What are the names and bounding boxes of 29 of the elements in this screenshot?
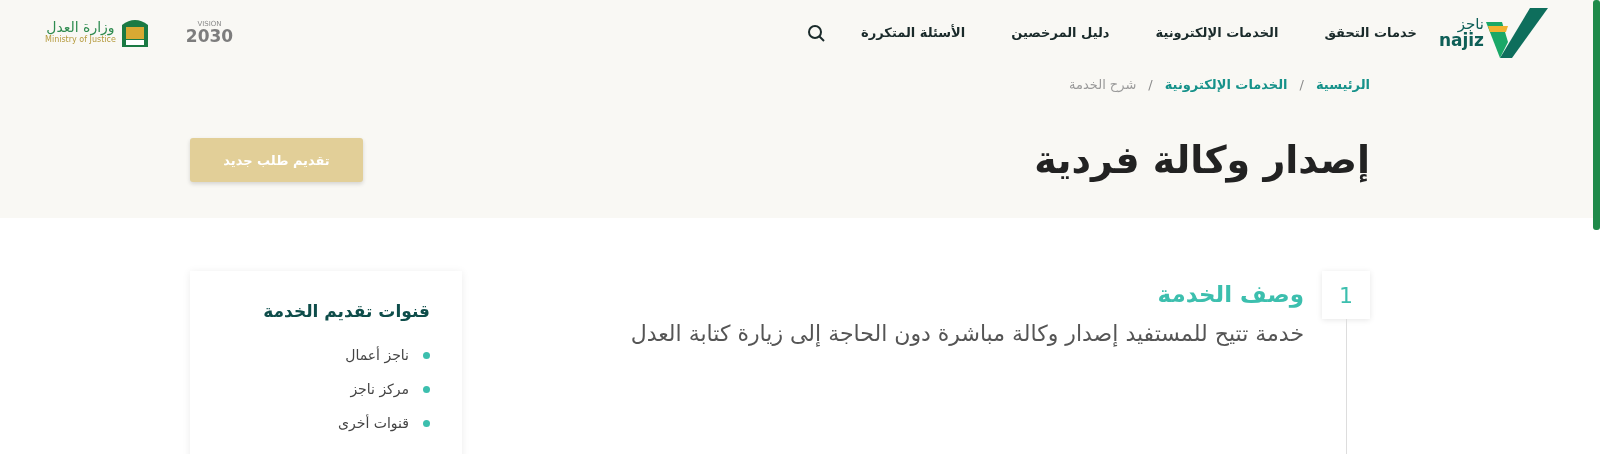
ministry-name: وزارة العدل	[46, 20, 115, 36]
scrollbar-thumb[interactable]	[1593, 0, 1600, 230]
breadcrumb-separator: /	[1299, 77, 1304, 92]
nav-link[interactable]: الخدمات الإلكترونية	[1155, 25, 1279, 40]
logo-text: najiz	[1438, 31, 1484, 49]
breadcrumb-link[interactable]: الخدمات الإلكترونية	[1164, 77, 1288, 92]
step-heading: وصف الخدمة	[1156, 281, 1304, 307]
nav-link[interactable]: الأسئلة المتكررة	[861, 25, 966, 40]
step-description: خدمة تتيح للمستفيد إصدار وكالة مباشرة دون الحاجة إلى زيارة كتابة العدل	[630, 321, 1304, 346]
step-number: 1	[1322, 271, 1370, 319]
bullet-icon	[423, 351, 430, 359]
bullet-icon	[423, 385, 430, 393]
breadcrumb-separator: /	[1148, 77, 1153, 92]
logo-arabic-text: ناجز	[1457, 16, 1484, 32]
breadcrumb-current: شرح الخدمة	[1069, 77, 1137, 92]
ministry-name-english: Ministry of Justice	[45, 35, 116, 45]
card-title: قنوات تقديم الخدمة	[262, 301, 430, 321]
search-button[interactable]	[807, 23, 826, 42]
page-title: إصدار وكالة فردية	[1034, 138, 1370, 182]
channel-item: ناجز أعمال	[345, 347, 409, 363]
bullet-icon	[423, 419, 430, 427]
nav-link[interactable]: دليل المرخصين	[1011, 25, 1110, 40]
vision-year: 2030	[185, 27, 234, 45]
checkmark-logo-icon	[1486, 7, 1548, 58]
breadcrumb-link[interactable]: الرئيسية	[1315, 77, 1370, 92]
search-icon	[807, 23, 826, 42]
channel-item: قنوات أخرى	[338, 415, 409, 431]
channel-item: مركز ناجز	[350, 381, 409, 397]
nav-link[interactable]: خدمات التحقق	[1324, 25, 1417, 40]
